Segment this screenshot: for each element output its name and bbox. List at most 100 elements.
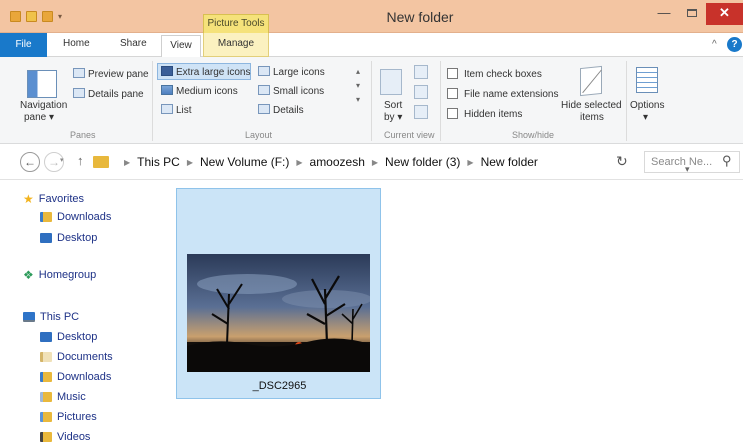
size-columns-icon[interactable] bbox=[414, 105, 428, 119]
tab-view[interactable]: View bbox=[161, 35, 201, 58]
sort-by-button-line2[interactable]: by ▾ bbox=[384, 112, 402, 123]
nav-item-favorites[interactable]: ★ Favorites bbox=[23, 192, 84, 206]
desktop-icon bbox=[40, 233, 52, 243]
nav-item-homegroup[interactable]: ❖ Homegroup bbox=[23, 268, 96, 282]
search-icon[interactable]: ⚲ bbox=[722, 153, 732, 169]
folder-icon[interactable] bbox=[10, 11, 21, 22]
nav-item-desktop[interactable]: Desktop bbox=[40, 232, 97, 244]
address-bar[interactable]: ▶ This PC ▶ New Volume (F:) ▶ amoozesh ▶… bbox=[92, 151, 690, 174]
details-pane-button[interactable]: Details pane bbox=[73, 88, 144, 100]
extra-large-icons-option[interactable]: Extra large icons bbox=[161, 66, 250, 78]
details-option[interactable]: Details bbox=[258, 104, 304, 116]
breadcrumb-separator-icon[interactable]: ▶ bbox=[467, 158, 473, 167]
back-button[interactable]: ← bbox=[20, 152, 40, 172]
tab-share[interactable]: Share bbox=[120, 38, 147, 49]
navigation-pane-button[interactable]: Navigation bbox=[20, 100, 67, 111]
file-thumbnail bbox=[187, 254, 370, 372]
tab-file[interactable]: File bbox=[0, 33, 47, 57]
navigation-pane: ★ Favorites Downloads Desktop ❖ Homegroup … bbox=[0, 180, 160, 445]
preview-pane-button[interactable]: Preview pane bbox=[73, 68, 149, 80]
current-view-group-label: Current view bbox=[384, 130, 435, 140]
hide-selected-items-button[interactable]: Hide selected bbox=[561, 100, 622, 111]
documents-folder-icon bbox=[40, 352, 52, 362]
search-input[interactable]: Search Ne... ⚲ bbox=[644, 151, 740, 173]
medium-icons-option[interactable]: Medium icons bbox=[161, 85, 238, 97]
nav-item-pc-downloads[interactable]: Downloads bbox=[40, 371, 111, 383]
breadcrumb-separator-icon[interactable]: ▶ bbox=[296, 158, 302, 167]
hide-selected-items-button-line2[interactable]: items bbox=[580, 112, 604, 123]
nav-label: This PC bbox=[40, 311, 80, 323]
nav-item-pc-desktop[interactable]: Desktop bbox=[40, 331, 97, 343]
homegroup-icon: ❖ bbox=[23, 268, 34, 282]
hidden-items-label: Hidden items bbox=[464, 109, 523, 120]
large-icons-icon bbox=[258, 66, 270, 76]
help-icon[interactable]: ? bbox=[727, 37, 742, 52]
breadcrumb-separator-icon[interactable]: ▶ bbox=[124, 158, 130, 167]
options-button[interactable]: Options bbox=[630, 100, 664, 111]
up-button[interactable]: ↑ bbox=[77, 153, 84, 168]
nav-label: Documents bbox=[57, 351, 113, 363]
item-check-boxes-toggle[interactable]: Item check boxes bbox=[447, 68, 542, 80]
breadcrumb-item[interactable]: amoozesh bbox=[310, 155, 365, 169]
extra-large-icons-label: Extra large icons bbox=[176, 67, 251, 78]
close-button[interactable]: ✕ bbox=[706, 3, 743, 25]
item-check-boxes-label: Item check boxes bbox=[464, 69, 542, 80]
quick-access-toolbar: ▾ bbox=[10, 11, 62, 22]
nav-item-documents[interactable]: Documents bbox=[40, 351, 113, 363]
options-dropdown-icon[interactable]: ▾ bbox=[643, 112, 648, 123]
pictures-folder-icon bbox=[40, 412, 52, 422]
ribbon-tabs: File Home Share View Manage ^ ? bbox=[0, 33, 743, 58]
nav-item-pictures[interactable]: Pictures bbox=[40, 411, 97, 423]
maximize-button[interactable] bbox=[678, 3, 706, 25]
breadcrumb-item[interactable]: New folder bbox=[481, 155, 538, 169]
refresh-button[interactable]: ↻ bbox=[616, 153, 628, 170]
small-icons-option[interactable]: Small icons bbox=[258, 85, 324, 97]
ribbon-separator bbox=[371, 61, 372, 141]
title-bar: ▾ Picture Tools New folder — ✕ bbox=[0, 0, 743, 33]
star-icon: ★ bbox=[23, 192, 34, 206]
sort-by-button[interactable]: Sort bbox=[384, 100, 402, 111]
nav-label: Downloads bbox=[57, 371, 112, 383]
large-icons-option[interactable]: Large icons bbox=[258, 66, 325, 78]
breadcrumb-item[interactable]: New folder (3) bbox=[385, 155, 460, 169]
picture-tools-context-label: Picture Tools bbox=[203, 14, 269, 33]
hide-selected-items-icon bbox=[580, 65, 602, 97]
group-by-icon[interactable] bbox=[414, 65, 428, 79]
breadcrumb-item[interactable]: New Volume (F:) bbox=[200, 155, 289, 169]
details-icon bbox=[258, 104, 270, 114]
file-list[interactable]: _DSC2965 bbox=[160, 180, 743, 445]
file-name: _DSC2965 bbox=[252, 380, 307, 392]
extra-large-icons-icon bbox=[161, 66, 173, 76]
nav-label: Videos bbox=[57, 431, 91, 443]
customize-qat-icon[interactable]: ▾ bbox=[58, 12, 62, 21]
ribbon-collapse-icon[interactable]: ^ bbox=[712, 39, 717, 50]
list-option[interactable]: List bbox=[161, 104, 192, 116]
breadcrumb-item[interactable]: This PC bbox=[137, 155, 180, 169]
tab-manage[interactable]: Manage bbox=[203, 33, 269, 57]
desktop-icon bbox=[40, 332, 52, 342]
add-columns-icon[interactable] bbox=[414, 85, 428, 99]
breadcrumb-separator-icon[interactable]: ▶ bbox=[372, 158, 378, 167]
details-pane-label: Details pane bbox=[88, 89, 144, 100]
navigation-pane-button-line2[interactable]: pane ▾ bbox=[24, 112, 54, 123]
hidden-items-toggle[interactable]: Hidden items bbox=[447, 108, 522, 120]
minimize-button[interactable]: — bbox=[650, 3, 678, 25]
recent-locations-icon[interactable]: ▾ bbox=[60, 156, 64, 164]
nav-item-downloads[interactable]: Downloads bbox=[40, 211, 111, 223]
small-icons-label: Small icons bbox=[273, 86, 325, 97]
nav-item-this-pc[interactable]: This PC bbox=[23, 311, 79, 323]
breadcrumb-separator-icon[interactable]: ▶ bbox=[187, 158, 193, 167]
properties-icon[interactable] bbox=[26, 11, 37, 22]
window-title: New folder bbox=[386, 9, 454, 25]
nav-item-music[interactable]: Music bbox=[40, 391, 86, 403]
nav-item-videos[interactable]: Videos bbox=[40, 431, 90, 443]
sort-by-label-line2: by bbox=[384, 112, 395, 123]
nav-label: Pictures bbox=[57, 411, 97, 423]
layout-scroll-icon[interactable]: ▴ ▾ ▾ bbox=[353, 65, 363, 121]
file-item[interactable]: _DSC2965 bbox=[176, 188, 381, 399]
downloads-folder-icon bbox=[40, 372, 52, 382]
tab-home[interactable]: Home bbox=[63, 38, 90, 49]
preview-pane-label: Preview pane bbox=[88, 69, 149, 80]
file-name-extensions-toggle[interactable]: File name extensions bbox=[447, 88, 559, 100]
new-folder-icon[interactable] bbox=[42, 11, 53, 22]
